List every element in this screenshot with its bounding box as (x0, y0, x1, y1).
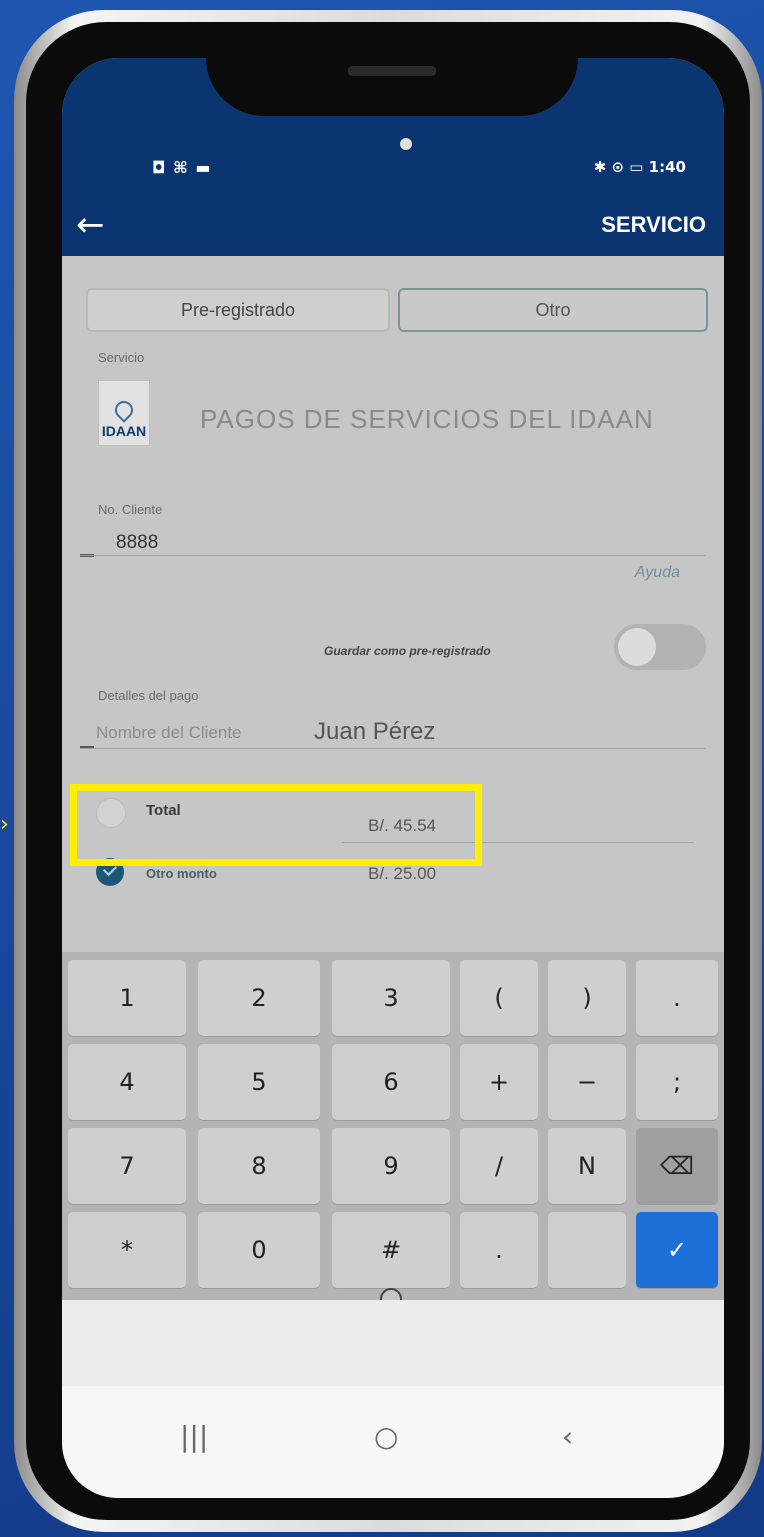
client-number-input[interactable]: 8888 (116, 532, 158, 554)
payment-details-label: Detalles del pago (98, 688, 199, 703)
save-preregistered-toggle[interactable] (614, 624, 706, 670)
status-left-icons: ◘ ⌘ ▬ (152, 158, 212, 177)
key-0[interactable]: 0 (198, 1212, 320, 1288)
system-nav-bar: ||| ○ ‹ (62, 1386, 724, 1498)
option-other-amount: B/. 25.00 (368, 864, 437, 883)
key-minus[interactable]: − (548, 1044, 626, 1120)
key-plus[interactable]: + (460, 1044, 538, 1120)
client-name-placeholder: Nombre del Cliente (96, 723, 242, 742)
key-open-paren[interactable]: ( (460, 960, 538, 1036)
key-8[interactable]: 8 (198, 1128, 320, 1204)
key-6[interactable]: 6 (332, 1044, 450, 1120)
page-title: SERVICIO (601, 212, 706, 237)
idaan-logo: IDAAN (98, 380, 150, 446)
key-n[interactable]: N (548, 1128, 626, 1204)
back-arrow-icon[interactable]: ← (76, 208, 105, 242)
key-comma[interactable]: . (636, 960, 718, 1036)
key-slash[interactable]: / (460, 1128, 538, 1204)
home-icon[interactable]: ○ (374, 1420, 398, 1453)
tab-otro[interactable]: Otro (398, 288, 708, 332)
client-name-underline (80, 748, 706, 749)
phone-screen: ◘ ⌘ ▬ ✱ ⊙ ▭ 1:40 ← SERVICIO Pre-registra… (62, 58, 724, 1498)
key-asterisk[interactable]: * (68, 1212, 186, 1288)
key-9[interactable]: 9 (332, 1128, 450, 1204)
client-name-input[interactable]: Juan Pérez (314, 718, 435, 746)
logo-text: IDAAN (101, 423, 147, 439)
key-3[interactable]: 3 (332, 960, 450, 1036)
status-right-icons: ✱ ⊙ ▭ 1:40 (593, 158, 686, 176)
client-number-underline (80, 555, 706, 556)
done-check-icon[interactable]: ✓ (636, 1212, 718, 1288)
key-2[interactable]: 2 (198, 960, 320, 1036)
key-7[interactable]: 7 (68, 1128, 186, 1204)
service-section-label: Servicio (98, 350, 145, 365)
tab-pre-registrado[interactable]: Pre-registrado (86, 288, 390, 332)
highlight-box-total (70, 784, 482, 866)
camera-dot (400, 138, 412, 150)
service-name: PAGOS DE SERVICIOS DEL IDAAN (200, 404, 654, 434)
key-5[interactable]: 5 (198, 1044, 320, 1120)
key-1[interactable]: 1 (68, 960, 186, 1036)
key-4[interactable]: 4 (68, 1044, 186, 1120)
key-space[interactable] (548, 1212, 626, 1288)
nav-spacer (62, 1300, 724, 1386)
help-link[interactable]: Ayuda (635, 564, 680, 582)
pointer-arrow-icon: › (0, 812, 9, 837)
key-close-paren[interactable]: ) (548, 960, 626, 1036)
speaker-grille (348, 66, 436, 76)
phone-notch (206, 58, 578, 116)
water-drop-icon (111, 397, 137, 423)
key-hash[interactable]: # (332, 1212, 450, 1288)
key-semicolon[interactable]: ; (636, 1044, 718, 1120)
client-number-label: No. Cliente (98, 502, 163, 517)
option-other-label: Otro monto (146, 866, 217, 881)
recents-icon[interactable]: ||| (180, 1420, 208, 1453)
save-preregistered-label: Guardar como pre-registrado (324, 644, 491, 658)
backspace-key-icon[interactable]: ⌫ (636, 1128, 718, 1204)
nav-back-icon[interactable]: ‹ (562, 1420, 573, 1453)
key-period[interactable]: . (460, 1212, 538, 1288)
numeric-keyboard: 1 2 3 ( ) . 4 5 6 + − ; 7 8 9 / N ⌫ * 0 … (62, 952, 724, 1300)
toggle-knob (618, 628, 656, 666)
